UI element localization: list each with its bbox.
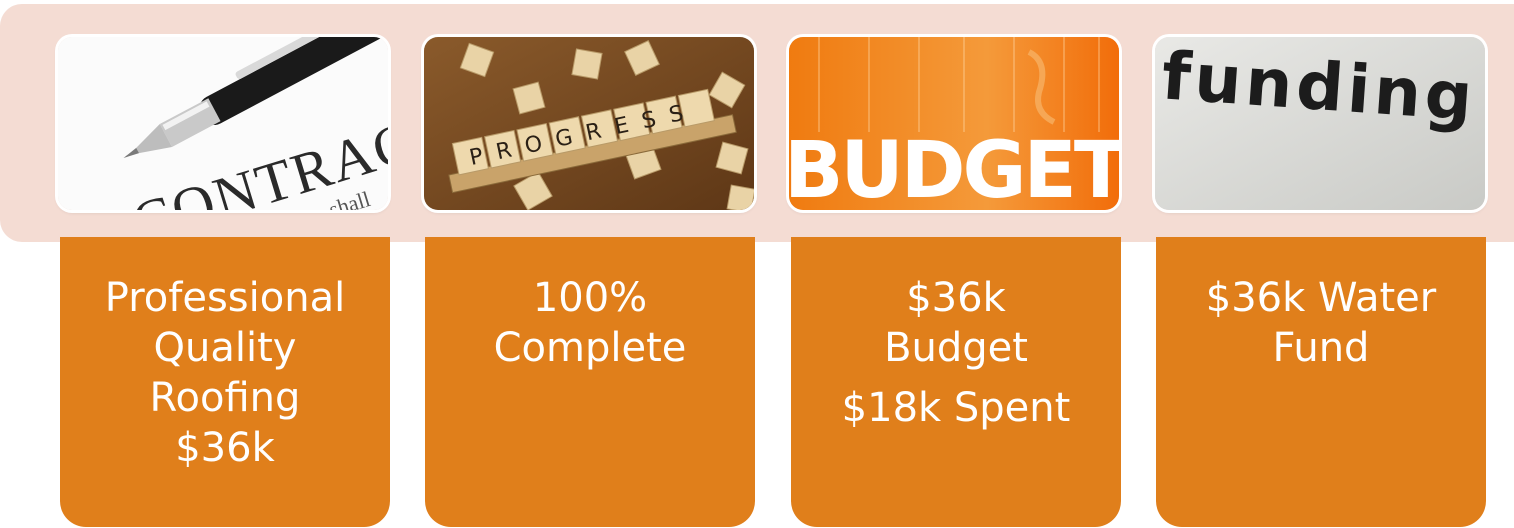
tile-line: $36k — [175, 425, 275, 471]
tile-budget-card: $36k Budget $18k Spent — [791, 237, 1121, 527]
tile-line: $36k — [906, 275, 1006, 321]
budget-word: BUDGET — [789, 126, 1119, 210]
tile-funding-card: $36k Water Fund — [1156, 237, 1486, 527]
tile-line: Fund — [1272, 325, 1370, 371]
tile-contract-card: Professional Quality Roofing $36k — [60, 237, 390, 527]
tile-line: Complete — [493, 325, 687, 371]
funding-letters-image: funding — [1155, 37, 1485, 210]
budget-letters-image: BUDGET — [789, 37, 1119, 210]
tile-line: Professional — [104, 275, 346, 321]
tile-line: $18k Spent — [841, 385, 1071, 431]
tile-progress-card: 100% Complete — [425, 237, 755, 527]
tile-line: Budget — [884, 325, 1028, 371]
tile-line: Roofing — [149, 375, 301, 421]
tile-line: Quality — [153, 325, 297, 371]
contract-pen-image: CONTRACT shall — [58, 37, 388, 210]
tile-line: 100% — [532, 275, 648, 321]
progress-scrabble-image: PROGRESS — [424, 37, 754, 210]
tile-line: $36k Water — [1205, 275, 1437, 321]
